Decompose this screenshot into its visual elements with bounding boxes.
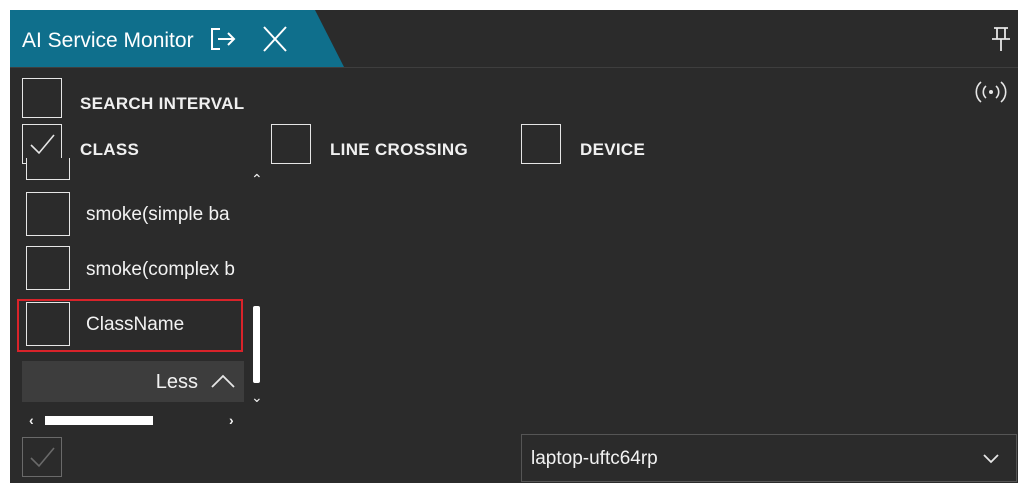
scroll-left-arrow-icon[interactable]: ‹ — [29, 413, 34, 427]
class-item-label: smoke(simple ba — [86, 204, 230, 225]
tab-ai-service-monitor[interactable]: AI Service Monitor — [10, 10, 344, 67]
less-label: Less — [155, 371, 198, 393]
device-checkbox[interactable] — [521, 124, 561, 164]
line-crossing-label: LINE CROSSING — [330, 140, 469, 159]
vertical-scrollbar-thumb[interactable] — [253, 306, 260, 383]
search-interval-checkbox[interactable] — [22, 78, 62, 118]
device-label: DEVICE — [580, 140, 646, 159]
footer-checkbox[interactable] — [22, 437, 62, 477]
class-label: CLASS — [80, 140, 140, 159]
scroll-right-arrow-icon[interactable]: › — [229, 413, 234, 427]
broadcast-icon[interactable] — [975, 78, 1007, 106]
checkmark-icon — [30, 447, 55, 468]
less-button[interactable]: Less — [22, 361, 244, 402]
title-bar: AI Service Monitor — [10, 10, 1018, 68]
class-item-checkbox[interactable] — [26, 246, 70, 290]
chevron-down-icon — [983, 454, 999, 464]
scroll-up-arrow-icon[interactable]: ⌃ — [251, 172, 263, 186]
line-crossing-checkbox[interactable] — [271, 124, 311, 164]
search-interval-label: SEARCH INTERVAL — [80, 94, 245, 113]
export-icon[interactable] — [208, 25, 238, 53]
checkmark-icon — [30, 134, 55, 155]
device-select-value: laptop-uftc64rp — [531, 448, 658, 469]
tab-title: AI Service Monitor — [22, 29, 194, 52]
highlight-box — [17, 299, 243, 352]
class-item-checkbox[interactable] — [26, 158, 70, 180]
horizontal-scrollbar-thumb[interactable] — [45, 416, 153, 425]
close-icon[interactable] — [260, 25, 290, 53]
pin-icon[interactable] — [990, 26, 1012, 52]
device-select[interactable]: laptop-uftc64rp — [521, 434, 1017, 482]
chevron-up-icon — [211, 374, 235, 388]
class-item-checkbox[interactable] — [26, 192, 70, 236]
class-item-label: smoke(complex b — [86, 259, 235, 280]
scroll-down-arrow-icon[interactable]: ⌄ — [251, 390, 263, 404]
